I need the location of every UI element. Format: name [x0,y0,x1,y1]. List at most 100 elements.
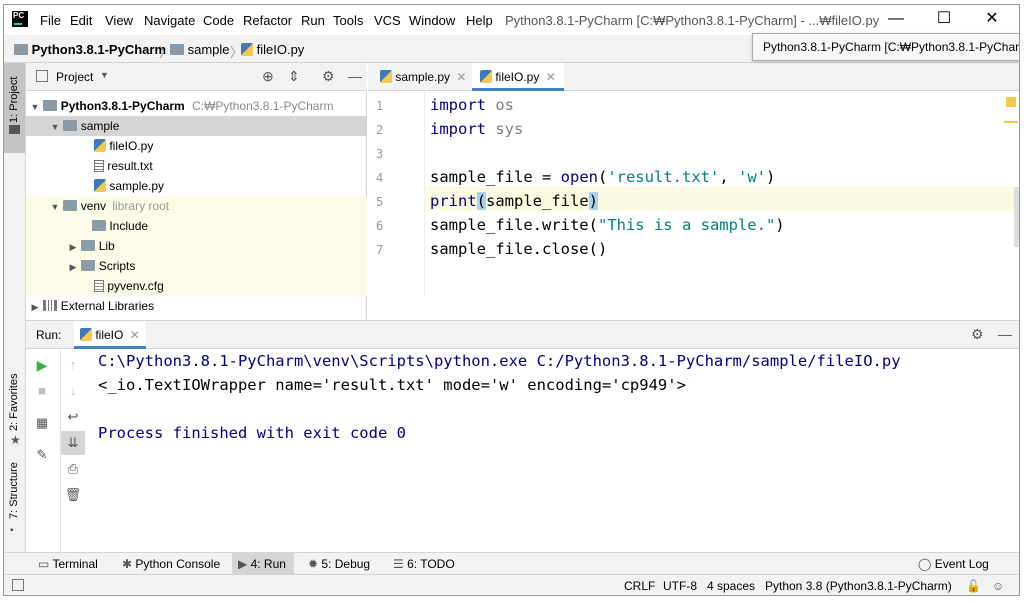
editor-tab-bar: sample.py ✕ fileIO.py ✕ [368,63,1019,91]
toggle-tool-windows-icon[interactable] [12,579,24,591]
stop-icon[interactable]: ■ [30,379,54,403]
breadcrumb-file[interactable]: fileIO.py [241,42,304,57]
tree-external-libraries[interactable]: ▶ External Libraries [26,296,367,316]
gear-icon[interactable]: ⚙ [322,68,335,85]
tab-sample-py[interactable]: sample.py ✕ [372,63,474,91]
structure-icon: ▪ [10,525,14,536]
collapse-all-icon[interactable]: ⇕ [288,68,300,85]
menu-tools[interactable]: Tools [333,13,363,28]
run-tab-fileio[interactable]: fileIO ✕ [74,321,146,349]
menu-view[interactable]: View [105,13,133,28]
tree-file-result[interactable]: result.txt [26,156,367,176]
tool-favorites-label[interactable]: 2: Favorites [8,374,20,431]
print-icon[interactable]: ⎙ [61,457,85,481]
tab-debug[interactable]: ✹ 5: Debug [302,553,376,575]
bottom-tool-tabs: ▭ Terminal ✱ Python Console ▶ 4: Run ✹ 5… [4,552,1019,575]
line-number: 2 [376,123,384,137]
console-output-line: C:\Python3.8.1-PyCharm\venv\Scripts\pyth… [98,352,901,370]
breadcrumb-project[interactable]: Python3.8.1-PyCharm [14,42,166,57]
gutter-divider [424,91,425,295]
arrow-up-icon[interactable]: ↑ [61,353,85,377]
code-line-5: print(sample_file) [430,192,599,210]
tree-file-pyvenv[interactable]: pyvenv.cfg [26,276,367,296]
menu-edit[interactable]: Edit [70,13,92,28]
maximize-button[interactable]: ☐ [922,7,966,31]
menu-code[interactable]: Code [203,13,234,28]
minimize-button[interactable]: — [874,7,918,31]
chevron-right-icon[interactable]: ▶ [68,237,78,257]
tree-folder-scripts[interactable]: ▶ Scripts [26,256,367,276]
line-separator[interactable]: CRLF [624,579,655,593]
code-editor[interactable]: 1 2 3 4 5 6 7 import os import sys sampl… [368,91,1019,295]
python-interpreter[interactable]: Python 3.8 (Python3.8.1-PyCharm) [765,579,952,593]
tab-event-log[interactable]: ◯ Event Log [912,553,995,575]
tab-python-console[interactable]: ✱ Python Console [116,553,226,575]
breadcrumb-folder[interactable]: sample [170,42,230,57]
chevron-right-icon[interactable]: ▶ [68,257,78,277]
tree-folder-lib[interactable]: ▶ Lib [26,236,367,256]
tooltip: Python3.8.1-PyCharm [C:₩Python3.8.1-PyCh… [752,33,1019,61]
tab-python-console-label: Python Console [135,557,221,571]
tree-file-fileio[interactable]: fileIO.py [26,136,367,156]
chevron-down-icon[interactable]: ▼ [30,97,40,117]
project-panel-header: Project ▼ ⊕ ⇕ ⚙ — [26,63,367,91]
tree-file-sample[interactable]: sample.py [26,176,367,196]
tree-root-path: C:₩Python3.8.1-PyCharm [192,99,334,113]
menu-help[interactable]: Help [466,13,493,28]
close-icon[interactable]: ✕ [546,70,556,84]
tree-file-label: fileIO.py [109,139,154,153]
run-panel-header: Run: fileIO ✕ ⚙ — [26,321,1019,349]
tree-folder-venv-label: venv [80,199,107,213]
tree-folder-venv[interactable]: ▼ venv library root [26,196,367,216]
tree-root-label: Python3.8.1-PyCharm [60,99,185,113]
close-icon[interactable]: ✕ [130,328,140,342]
scroll-to-end-icon[interactable]: ⇊ [61,431,85,455]
editor-scrollbar[interactable] [1014,187,1019,247]
soft-wrap-icon[interactable]: ↩ [61,405,85,429]
tool-structure-label[interactable]: 7: Structure [8,462,20,519]
tab-run[interactable]: ▶ 4: Run [232,553,294,575]
menu-navigate[interactable]: Navigate [144,13,195,28]
pin-icon[interactable]: ✎ [30,443,54,467]
menu-vcs[interactable]: VCS [374,13,401,28]
tree-root[interactable]: ▼ Python3.8.1-PyCharm C:₩Python3.8.1-PyC… [26,96,367,116]
chevron-down-icon[interactable]: ▼ [50,117,60,137]
chevron-right-icon[interactable]: ▶ [30,297,40,317]
trash-icon[interactable]: 🗑 [61,483,85,507]
tab-fileio-py[interactable]: fileIO.py ✕ [472,63,564,91]
folder-icon [92,220,106,231]
inspector-icon[interactable]: ☺ [992,579,1004,593]
tab-label: sample.py [395,70,451,84]
line-number: 7 [376,243,384,257]
run-label: Run: [36,328,62,342]
hide-icon[interactable]: — [998,326,1012,342]
indent-setting[interactable]: 4 spaces [707,579,755,593]
menu-file[interactable]: File [40,13,61,28]
title-bar: PC File Edit View Navigate Code Refactor… [4,5,1019,35]
close-icon[interactable]: ✕ [456,70,466,84]
hide-icon[interactable]: — [348,68,362,84]
inspection-indicator[interactable] [1006,97,1016,107]
gear-icon[interactable]: ⚙ [971,326,984,343]
tree-folder-include[interactable]: Include [26,216,367,236]
project-panel-title[interactable]: Project [56,70,93,84]
lock-icon[interactable]: 🔓 [966,579,981,593]
project-panel: Project ▼ ⊕ ⇕ ⚙ — ▼ Python3.8.1-PyCharm … [26,63,367,320]
rerun-icon[interactable]: ▶ [30,353,54,377]
locate-icon[interactable]: ⊕ [262,68,274,85]
restore-layout-icon[interactable]: ▦ [30,411,54,435]
chevron-down-icon[interactable]: ▼ [100,70,109,80]
menu-window[interactable]: Window [409,13,455,28]
tree-folder-sample[interactable]: ▼ sample [26,116,367,136]
file-encoding[interactable]: UTF-8 [663,579,697,593]
tab-todo[interactable]: ☰ 6: TODO [387,553,461,575]
close-button[interactable]: ✕ [970,7,1014,31]
arrow-down-icon[interactable]: ↓ [61,379,85,403]
tab-terminal[interactable]: ▭ Terminal [32,553,104,575]
menu-run[interactable]: Run [301,13,325,28]
menu-refactor[interactable]: Refactor [243,13,292,28]
todo-icon: ☰ [393,557,404,571]
breadcrumb-file-label: fileIO.py [256,42,305,57]
chevron-down-icon[interactable]: ▼ [50,197,60,217]
breadcrumb-folder-label: sample [187,42,230,57]
